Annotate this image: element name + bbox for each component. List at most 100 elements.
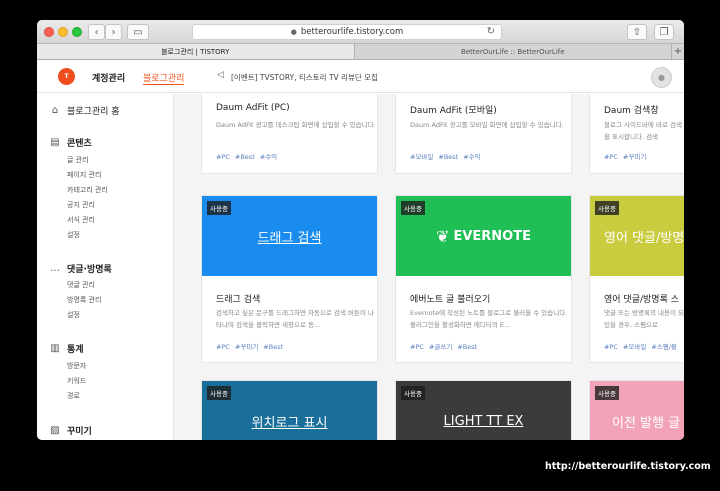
sidebar-section-stats[interactable]: ▥ 통계 [49,342,84,355]
bar-chart-icon: ▥ [50,343,60,354]
sidebar-item-page-manage[interactable]: 페이지 관리 [67,170,101,180]
plugin-description: Evernote에 작성된 노트를 블로그로 불러올 수 있습니다. 플러그인을… [410,309,568,329]
plugin-description: Daum AdFit 광고를 모바일 화면에 삽입할 수 있습니다. [410,121,564,129]
status-badge: 사용중 [401,201,425,215]
sidebar-item-notice-manage[interactable]: 공지 관리 [67,200,95,210]
forward-button[interactable]: › [105,24,122,40]
plugin-tags: #PC #글쓰기 #Best [410,341,482,351]
sidebar-item-comment-manage[interactable]: 댓글 관리 [67,280,95,290]
chevron-right-icon: › [111,26,116,38]
new-tab-button[interactable]: + [672,44,684,59]
tag[interactable]: #글쓰기 [429,343,452,351]
plugin-card[interactable]: Daum 검색창 블로그 사이드바에 바로 검색을 표시합니다. 검색 #PC #… [589,94,684,174]
plugin-thumbnail-text: 영어 댓글/방명 [604,230,684,246]
sidebar-item-content-settings[interactable]: 설정 [67,230,80,240]
plugin-tags: #PC #꾸미기 [604,151,651,161]
account-settings-link[interactable]: 계정관리 [92,71,125,84]
sidebar-item-category-manage[interactable]: 카테고리 관리 [67,185,108,195]
tag[interactable]: #PC [604,153,618,161]
tag[interactable]: #꾸미기 [235,343,258,351]
url-text: betterourlife.tistory.com [300,27,404,37]
plugin-card[interactable]: 이전 발행 글 사용중 [589,380,684,440]
sidebar-section-label: 콘텐츠 [67,139,92,149]
plugin-card[interactable]: 영어 댓글/방명 사용중 영어 댓글/방명록 스 댓글 또는 방명록의 내용이 … [589,195,684,363]
sidebar-item-post-manage[interactable]: 글 관리 [67,155,89,165]
elephant-icon: ❦ [436,226,450,246]
tag[interactable]: #Best [457,343,477,351]
watermark-url: http://betterourlife.tistory.com [545,461,711,472]
notice-banner[interactable]: [이벤트] TVSTORY, 티스토리 TV 리뷰단 모집 [231,72,378,83]
plugin-card[interactable]: Daum AdFit (PC) Daum AdFit 광고를 데스크탑 화면에 … [201,94,378,174]
plugin-description: 댓글 또는 방명록의 내용이 되어 있을 경우, 스팸으로 [604,309,684,329]
chevron-left-icon: ‹ [94,26,99,38]
back-button[interactable]: ‹ [88,24,105,40]
plugin-tags: #PC #꾸미기 #Best [216,341,288,351]
tag[interactable]: #꾸미기 [623,153,646,161]
sidebar-item-keywords[interactable]: 키워드 [67,376,86,386]
plugin-card[interactable]: 드래그 검색 사용중 드래그 검색 검색하고 싶은 문구를 드래그하면 자동으로… [201,195,378,363]
tag[interactable]: #모바일 [410,153,433,161]
evernote-logo: ❦ EVERNOTE [436,227,531,246]
plugin-card[interactable]: 위치로그 표시 사용중 [201,380,378,440]
tag[interactable]: #PC [216,343,230,351]
user-avatar[interactable]: ● [651,67,672,88]
plugin-description: 검색하고 싶은 문구를 드래그하면 자동으로 검색 버튼이 나타나며 검색을 클… [216,309,374,329]
tag[interactable]: #스팸/불 [651,343,677,351]
document-icon: ▤ [50,137,60,148]
plugin-card[interactable]: ❦ EVERNOTE 사용중 에버노트 글 불러오기 Evernote에 작성된… [395,195,572,363]
close-window-button[interactable] [44,27,54,37]
status-badge: 사용중 [207,201,231,215]
status-badge: 사용중 [207,386,231,400]
sidebar-section-content[interactable]: ▤ 콘텐츠 [49,136,92,149]
tab-bar: 블로그관리 | TISTORY BetterOurLife :: BetterO… [37,44,684,60]
plugin-grid: Daum AdFit (PC) Daum AdFit 광고를 데스크탑 화면에 … [174,94,684,440]
plugin-title: 영어 댓글/방명록 스 [604,295,679,305]
sidebar-home-label: 블로그관리 홈 [67,107,120,117]
tag[interactable]: #Best [438,153,458,161]
sidebar-item-home[interactable]: ⌂ 블로그관리 홈 [49,104,120,117]
plugin-card[interactable]: Daum AdFit (모바일) Daum AdFit 광고를 모바일 화면에 … [395,94,572,174]
tistory-logo[interactable]: T [58,68,75,85]
share-button[interactable]: ⇧ [627,24,647,40]
tag[interactable]: #PC [604,343,618,351]
sidebar-section-label: 통계 [67,345,84,355]
reload-icon[interactable]: ↻ [487,26,495,37]
sidebar-item-referrers[interactable]: 경로 [67,391,80,401]
sidebar-item-comment-settings[interactable]: 설정 [67,310,80,320]
tag[interactable]: #모바일 [623,343,646,351]
plugin-title: 에버노트 글 불러오기 [410,295,491,305]
address-bar[interactable]: ● betterourlife.tistory.com ↻ [192,24,502,40]
sidebar-section-design[interactable]: ▨ 꾸미기 [49,424,92,437]
tag[interactable]: #PC [410,343,424,351]
tag[interactable]: #Best [263,343,283,351]
tag[interactable]: #PC [216,153,230,161]
tag[interactable]: #수익 [463,153,480,161]
plus-icon: + [673,46,683,57]
sidebar-toggle-button[interactable]: ▭ [127,24,149,40]
sidebar-item-visitors[interactable]: 방문자 [67,361,86,371]
plugin-card[interactable]: LIGHT TT EX 사용중 [395,380,572,440]
plugin-title: Daum AdFit (PC) [216,103,290,113]
maximize-window-button[interactable] [72,27,82,37]
blog-admin-link[interactable]: 블로그관리 [143,71,185,85]
status-badge: 사용중 [401,386,425,400]
plugin-tags: #PC #모바일 #스팸/불 [604,341,684,351]
tabs-overview-button[interactable]: ❐ [654,24,674,40]
user-icon: ● [658,73,665,82]
tabs-icon: ❐ [659,26,669,38]
tag[interactable]: #Best [235,153,255,161]
share-icon: ⇧ [632,26,642,38]
tab-betterourlife[interactable]: BetterOurLife :: BetterOurLife [355,44,672,59]
plugin-tags: #PC #Best #수익 [216,151,282,161]
tab-blog-admin[interactable]: 블로그관리 | TISTORY [37,44,355,59]
plugin-title: 드래그 검색 [216,295,261,305]
title-bar: ‹ › ▭ ● betterourlife.tistory.com ↻ ⇧ ❐ [37,20,684,44]
sidebar-item-template-manage[interactable]: 서식 관리 [67,215,95,225]
minimize-window-button[interactable] [58,27,68,37]
plugin-description: Daum AdFit 광고를 데스크탑 화면에 삽입할 수 있습니다. [216,121,376,129]
sidebar-section-comments[interactable]: … 댓글·방명록 [49,262,112,275]
tag[interactable]: #수익 [260,153,277,161]
sidebar-item-guestbook-manage[interactable]: 방명록 관리 [67,295,101,305]
plugin-title: Daum AdFit (모바일) [410,106,497,116]
megaphone-icon: ◁ [217,70,224,80]
